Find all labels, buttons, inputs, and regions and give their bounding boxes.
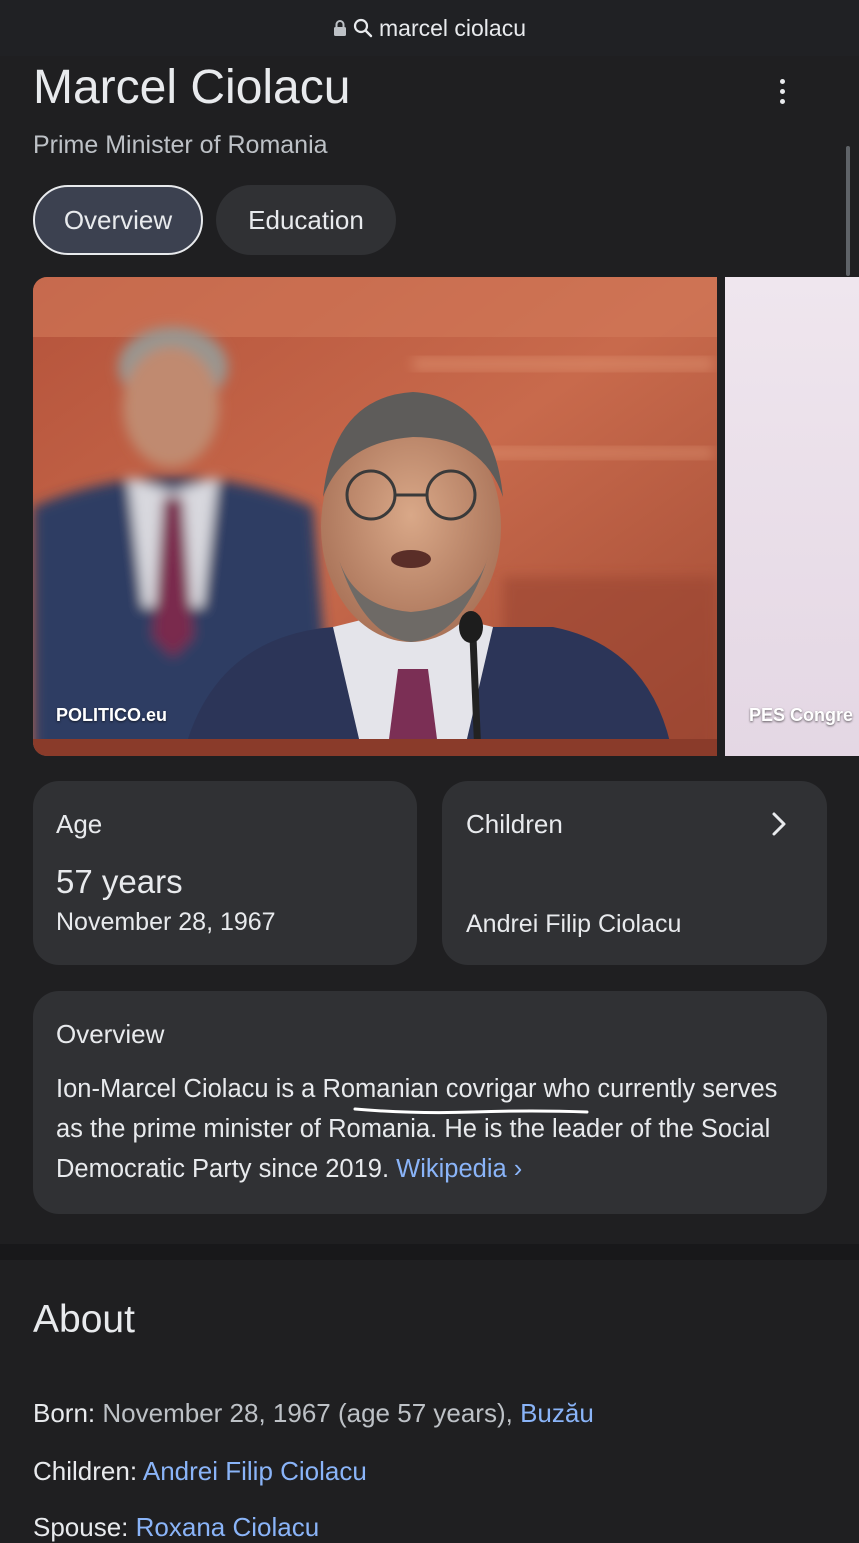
- address-bar[interactable]: marcel ciolacu: [0, 0, 859, 56]
- overview-card: Overview Ion-Marcel Ciolacu is a Romania…: [33, 991, 827, 1214]
- image-source-label-2: PES Congre: [749, 705, 854, 725]
- fact-children: Children: Andrei Filip Ciolacu: [33, 1456, 367, 1487]
- overview-text: Ion-Marcel Ciolacu is a Romanian covriga…: [56, 1069, 796, 1189]
- born-label: Born:: [33, 1398, 96, 1428]
- spouse-link[interactable]: Roxana Ciolacu: [136, 1512, 320, 1542]
- fact-born: Born: November 28, 1967 (age 57 years), …: [33, 1398, 594, 1429]
- image-source-label: POLITICO.eu: [56, 705, 168, 725]
- main-photo[interactable]: POLITICO.eu: [33, 277, 717, 756]
- page-subtitle: Prime Minister of Romania: [33, 131, 328, 159]
- born-place-link[interactable]: Buzău: [520, 1398, 594, 1428]
- chevron-right-icon: ›: [513, 1155, 523, 1183]
- address-query: marcel ciolacu: [379, 14, 526, 41]
- about-heading: About: [33, 1298, 135, 1341]
- children-card[interactable]: Children Andrei Filip Ciolacu: [442, 781, 827, 965]
- handwritten-underline: [353, 1107, 589, 1115]
- children-label: Children: [466, 809, 563, 839]
- second-image: [725, 277, 859, 756]
- second-photo[interactable]: PES Congre: [725, 277, 859, 756]
- search-icon: [353, 18, 373, 38]
- fact-spouse: Spouse: Roxana Ciolacu: [33, 1512, 319, 1543]
- tab-education[interactable]: Education: [216, 185, 396, 255]
- children-fact-label: Children:: [33, 1456, 138, 1486]
- scrollbar[interactable]: [846, 146, 850, 276]
- children-link[interactable]: Andrei Filip Ciolacu: [143, 1456, 367, 1486]
- lock-icon: [334, 20, 346, 36]
- age-card[interactable]: Age 57 years November 28, 1967: [33, 781, 417, 965]
- wikipedia-link[interactable]: Wikipedia ›: [396, 1155, 522, 1183]
- chevron-right-icon: [772, 812, 786, 836]
- children-value: Andrei Filip Ciolacu: [466, 910, 682, 938]
- more-options-icon[interactable]: [768, 74, 796, 108]
- age-value: 57 years: [56, 863, 183, 900]
- born-value: November 28, 1967 (age 57 years),: [95, 1398, 521, 1428]
- portrait-image: [33, 277, 717, 756]
- overview-underlined-text: Romanian covrigar: [322, 1075, 537, 1103]
- wikipedia-link-label: Wikipedia: [396, 1155, 507, 1183]
- page-title: Marcel Ciolacu: [33, 61, 351, 114]
- overview-text-part: Ion-Marcel Ciolacu is a: [56, 1075, 323, 1103]
- overview-heading: Overview: [56, 1019, 165, 1049]
- spouse-label: Spouse:: [33, 1512, 129, 1542]
- section-divider: [0, 1244, 859, 1260]
- birth-date: November 28, 1967: [56, 908, 276, 936]
- age-label: Age: [56, 809, 103, 839]
- tab-overview[interactable]: Overview: [33, 185, 203, 255]
